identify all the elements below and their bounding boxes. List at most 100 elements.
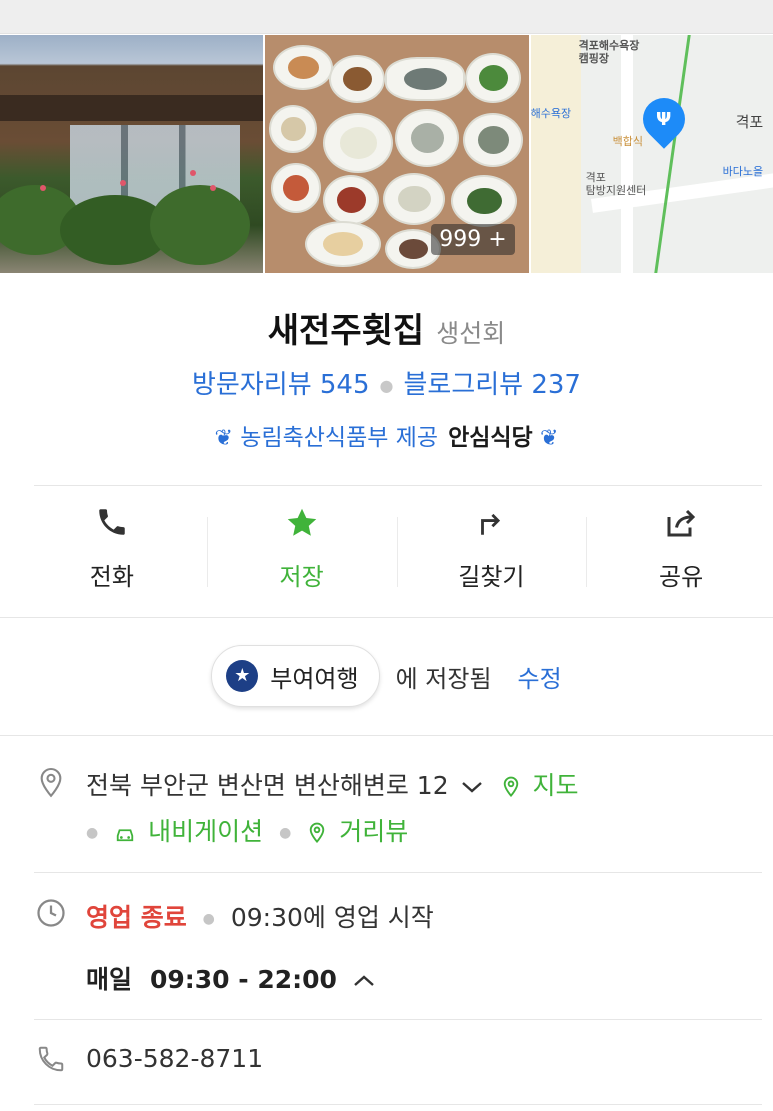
- car-icon: [114, 817, 144, 846]
- star-icon: [207, 505, 397, 547]
- divider: [0, 617, 773, 618]
- divider: [34, 872, 762, 873]
- clock-icon: [34, 898, 68, 935]
- side-dish: [323, 175, 380, 225]
- saved-info: ★ 부여여행 에 저장됨 수정: [0, 644, 773, 708]
- side-dish: [385, 57, 466, 101]
- streetview-link[interactable]: 거리뷰: [307, 817, 408, 846]
- side-dish: [273, 45, 334, 90]
- side-dish: [463, 113, 524, 167]
- side-dish: [395, 109, 460, 167]
- share-icon: [586, 505, 773, 547]
- food-photo[interactable]: 999 +: [265, 35, 529, 273]
- directions-label: 길찾기: [458, 563, 525, 591]
- flower: [190, 170, 196, 176]
- navigation-label: 내비게이션: [148, 817, 264, 846]
- call-button[interactable]: 전화: [17, 505, 207, 595]
- status-bar: [0, 0, 773, 34]
- side-dish: [451, 175, 518, 227]
- restaurant-icon: Ψ: [655, 109, 672, 130]
- laurel-right-icon: ❦: [540, 426, 559, 451]
- next-open-text: 09:30에 영업 시작: [230, 903, 434, 932]
- side-dish: [383, 173, 446, 225]
- laurel-left-icon: ❦: [214, 426, 233, 451]
- side-dish: [271, 163, 322, 213]
- save-label: 저장: [279, 563, 324, 591]
- road: [620, 35, 633, 273]
- call-label: 전화: [89, 563, 134, 591]
- hours-row[interactable]: 영업 종료 ● 09:30에 영업 시작 매일 09:30 - 22:00: [34, 898, 773, 998]
- place-name: 새전주횟집: [267, 311, 425, 351]
- flower: [120, 180, 126, 186]
- separator-dot: ●: [279, 825, 292, 841]
- map-label-restaurant: 백합식: [612, 135, 643, 148]
- divider: [34, 1019, 762, 1020]
- side-dish: [269, 105, 318, 153]
- action-bar: 전화 저장 길찾기 공유: [17, 505, 773, 595]
- separator-dot: ●: [379, 376, 394, 395]
- side-dish: [465, 53, 522, 103]
- phone-outline-icon: [34, 1044, 68, 1081]
- map-label-beach: 해수욕장: [530, 107, 572, 120]
- address-links: ● 내비게이션 ● 거리뷰: [86, 812, 408, 848]
- streetview-pin-icon: [307, 817, 335, 846]
- address-body: 전북 부안군 변산면 변산해변로 12 지도: [86, 766, 578, 802]
- route-line: [653, 35, 691, 273]
- map-link[interactable]: 지도: [501, 771, 579, 800]
- visitor-reviews-link[interactable]: 방문자리뷰 545: [192, 370, 370, 400]
- share-button[interactable]: 공유: [586, 505, 773, 595]
- navigation-link[interactable]: 내비게이션: [114, 817, 263, 846]
- divider: [34, 1104, 762, 1105]
- separator-dot: ●: [86, 825, 99, 841]
- flower: [40, 185, 46, 191]
- side-dish: [323, 113, 394, 173]
- cert-source: 농림축산식품부 제공: [240, 425, 439, 451]
- hours-day: 매일: [86, 965, 133, 994]
- cert-name: 안심식당: [448, 425, 533, 451]
- saved-status: 에 저장됨: [395, 664, 492, 693]
- map-label-gyeokpo: 격포: [735, 113, 764, 131]
- review-links: 방문자리뷰 545 ● 블로그리뷰 237: [0, 364, 773, 401]
- storefront-sign: [0, 95, 264, 121]
- hours-status-line: 영업 종료 ● 09:30에 영업 시작: [86, 898, 434, 934]
- blog-reviews-link[interactable]: 블로그리뷰 237: [403, 370, 581, 400]
- place-category: 생선회: [436, 319, 506, 348]
- storefront-photo[interactable]: [0, 35, 264, 273]
- hours-range: 09:30 - 22:00: [149, 965, 337, 994]
- side-dish: [329, 55, 386, 103]
- directions-icon: [397, 505, 587, 547]
- phone-number[interactable]: 063-582-8711: [86, 1044, 263, 1073]
- saved-folder-name: 부여여행: [270, 664, 359, 693]
- save-button[interactable]: 저장: [206, 505, 397, 595]
- map-link-label: 지도: [532, 771, 579, 800]
- separator-dot: ●: [202, 911, 215, 927]
- photo-strip[interactable]: 999 + 격포해수욕장 캠핑장 해수욕장 백합식 격포 격포 탐방지원센터 바…: [0, 35, 773, 273]
- streetview-label: 거리뷰: [339, 817, 409, 846]
- map-label-sunset-road: 바다노을: [722, 165, 764, 178]
- saved-folder-chip[interactable]: ★ 부여여행: [211, 645, 380, 707]
- chevron-down-icon[interactable]: [461, 771, 491, 800]
- hours-range-line: 매일 09:30 - 22:00: [86, 960, 375, 996]
- beach-area: [530, 35, 581, 273]
- map-label-campsite: 격포해수욕장 캠핑장: [578, 39, 640, 65]
- side-dish: [305, 221, 382, 267]
- closed-status: 영업 종료: [86, 903, 187, 932]
- map-thumbnail[interactable]: 격포해수욕장 캠핑장 해수욕장 백합식 격포 격포 탐방지원센터 바다노을 Ψ: [530, 35, 773, 273]
- place-header: 새전주횟집 생선회: [0, 303, 773, 352]
- map-pin-icon: [501, 771, 529, 800]
- safe-restaurant-badge[interactable]: ❦ 농림축산식품부 제공 안심식당 ❦: [0, 418, 773, 452]
- flower: [210, 185, 216, 191]
- edit-saved-link[interactable]: 수정: [518, 659, 562, 694]
- photo-count-badge[interactable]: 999 +: [431, 224, 515, 255]
- folder-star-icon: ★: [226, 660, 259, 692]
- share-label: 공유: [659, 563, 704, 591]
- address-row: 전북 부안군 변산면 변산해변로 12 지도 ● 내비게이션 ● 거리뷰: [34, 766, 773, 846]
- phone-icon: [17, 505, 207, 547]
- location-icon: [34, 766, 68, 807]
- phone-row[interactable]: 063-582-8711: [34, 1044, 773, 1084]
- divider: [34, 485, 762, 486]
- divider: [0, 735, 773, 736]
- chevron-up-icon[interactable]: [353, 965, 375, 994]
- address-text[interactable]: 전북 부안군 변산면 변산해변로 12: [86, 771, 449, 800]
- directions-button[interactable]: 길찾기: [396, 505, 587, 595]
